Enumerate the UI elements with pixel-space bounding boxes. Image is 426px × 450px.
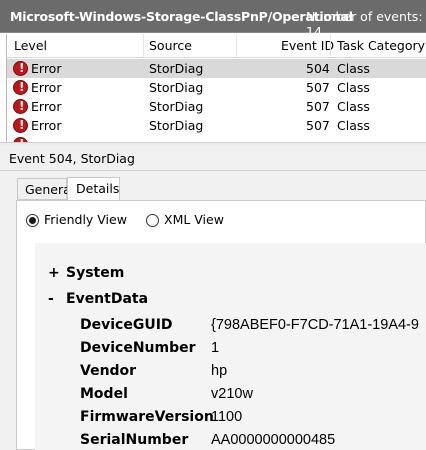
- log-title-bar: Microsoft-Windows-Storage-ClassPnP/Opera…: [0, 0, 426, 39]
- events-grid[interactable]: Level Source Event ID Task Category Erro…: [6, 34, 426, 142]
- details-panel: Friendly View XML View + System - EventD…: [16, 200, 426, 450]
- event-detail-title: Event 504, StorDiag: [9, 151, 135, 166]
- event-row-partial[interactable]: [7, 135, 426, 142]
- field-value: {798ABEF0-F7CD-71A1-19A4-9: [211, 317, 419, 333]
- eventdata-collapse-toggle[interactable]: -: [48, 291, 54, 307]
- error-icon: [13, 118, 28, 133]
- field-value: v210w: [211, 386, 253, 402]
- row-task-category: Class: [337, 118, 370, 133]
- error-icon: [13, 61, 28, 76]
- tab-details[interactable]: Details: [67, 177, 120, 201]
- field-name: SerialNumber: [80, 432, 189, 448]
- row-source: StorDiag: [149, 80, 204, 95]
- field-value: 1100: [211, 409, 243, 425]
- grid-header: Level Source Event ID Task Category: [7, 34, 426, 58]
- field-name: Vendor: [80, 363, 137, 379]
- error-icon: [13, 80, 28, 95]
- row-task-category: Class: [337, 99, 370, 114]
- column-header-level[interactable]: Level: [14, 38, 47, 53]
- event-row[interactable]: Error StorDiag 507 Class: [7, 78, 426, 97]
- tab-details-label: Details: [76, 181, 120, 196]
- row-event-id: 507: [306, 99, 330, 114]
- error-icon: [13, 99, 28, 114]
- row-level: Error: [31, 118, 62, 133]
- event-row[interactable]: Error StorDiag 507 Class: [7, 116, 426, 135]
- event-row[interactable]: Error StorDiag 504 Class: [7, 59, 426, 78]
- system-expand-toggle[interactable]: +: [48, 265, 60, 281]
- xml-view-label[interactable]: XML View: [164, 212, 224, 227]
- row-event-id: 504: [306, 61, 330, 76]
- field-name: FirmwareVersion: [80, 409, 214, 425]
- field-name: DeviceGUID: [80, 317, 173, 333]
- row-event-id: 507: [306, 80, 330, 95]
- friendly-view-radio[interactable]: [26, 214, 39, 227]
- row-event-id: 507: [306, 118, 330, 133]
- eventdata-section-label[interactable]: EventData: [66, 291, 148, 307]
- xml-view-radio[interactable]: [146, 214, 159, 227]
- row-task-category: Class: [337, 61, 370, 76]
- row-level: Error: [31, 80, 62, 95]
- system-section-label[interactable]: System: [66, 265, 124, 281]
- column-header-task-category[interactable]: Task Category: [337, 38, 425, 53]
- row-source: StorDiag: [149, 99, 204, 114]
- field-value: hp: [211, 363, 228, 379]
- field-value: 1: [211, 340, 220, 356]
- event-detail-pane: General Details Friendly View XML View +…: [0, 171, 426, 450]
- row-level: Error: [31, 99, 62, 114]
- field-name: DeviceNumber: [80, 340, 196, 356]
- column-header-source[interactable]: Source: [149, 38, 192, 53]
- row-task-category: Class: [337, 80, 370, 95]
- event-detail-header: Event 504, StorDiag: [0, 146, 426, 171]
- row-source: StorDiag: [149, 61, 204, 76]
- event-row[interactable]: Error StorDiag 507 Class: [7, 97, 426, 116]
- log-name: Microsoft-Windows-Storage-ClassPnP/Opera…: [10, 9, 353, 24]
- friendly-view-content: + System - EventData DeviceGUID {798ABEF…: [35, 243, 426, 450]
- row-level: Error: [31, 61, 62, 76]
- field-value: AA0000000000485: [211, 432, 336, 448]
- field-name: Model: [80, 386, 128, 402]
- row-source: StorDiag: [149, 118, 204, 133]
- column-header-event-id[interactable]: Event ID: [281, 38, 334, 53]
- friendly-view-label[interactable]: Friendly View: [44, 212, 127, 227]
- tab-general[interactable]: General: [17, 178, 74, 200]
